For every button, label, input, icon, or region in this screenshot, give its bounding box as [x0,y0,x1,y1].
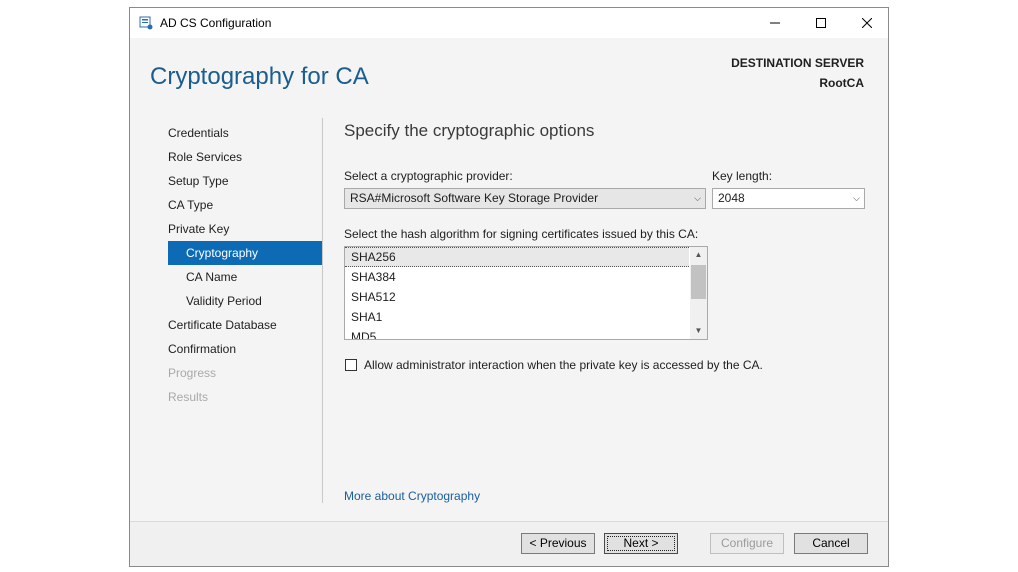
configure-button: Configure [710,533,784,554]
minimize-icon [770,22,780,24]
close-icon [862,18,872,28]
provider-value: RSA#Microsoft Software Key Storage Provi… [350,191,599,205]
minimize-button[interactable] [752,8,798,38]
scroll-thumb[interactable] [691,265,706,299]
maximize-icon [816,18,826,28]
hash-option-sha384[interactable]: SHA384 [345,267,707,287]
provider-label: Select a cryptographic provider: [344,169,513,183]
nav-item-role-services[interactable]: Role Services [168,145,322,169]
nav-item-progress: Progress [168,366,217,380]
hash-algorithm-list[interactable]: SHA256 SHA384 SHA512 SHA1 MD5 ▲ ▼ [344,246,708,340]
admin-interaction-label[interactable]: Allow administrator interaction when the… [364,358,763,372]
certificate-app-icon [139,16,153,30]
maximize-button[interactable] [798,8,844,38]
nav-item-private-key[interactable]: Private Key [168,217,322,241]
ad-cs-configuration-window: AD CS Configuration Cryptography for CA … [129,7,889,567]
nav-item-ca-name[interactable]: CA Name [168,265,322,289]
hash-option-md5[interactable]: MD5 [345,327,707,339]
nav-item-certificate-database[interactable]: Certificate Database [168,313,322,337]
nav-item-validity-period[interactable]: Validity Period [168,289,322,313]
close-button[interactable] [844,8,890,38]
previous-button[interactable]: < Previous [521,533,595,554]
nav-item-cryptography[interactable]: Cryptography [168,241,322,265]
admin-interaction-checkbox[interactable] [345,359,357,371]
provider-dropdown[interactable]: RSA#Microsoft Software Key Storage Provi… [344,188,706,209]
title-bar: AD CS Configuration [130,8,888,38]
section-title: Specify the cryptographic options [344,121,595,140]
hash-option-sha1[interactable]: SHA1 [345,307,707,327]
wizard-footer: < Previous Next > Configure Cancel [130,521,888,566]
hash-option-sha512[interactable]: SHA512 [345,287,707,307]
nav-item-credentials[interactable]: Credentials [168,121,322,145]
key-length-dropdown[interactable]: 2048 ⌵ [712,188,865,209]
window-title: AD CS Configuration [160,16,272,30]
scroll-down-icon[interactable]: ▼ [690,323,707,339]
chevron-down-icon: ⌵ [694,193,701,203]
hash-option-sha256[interactable]: SHA256 [345,247,689,267]
key-length-label: Key length: [712,169,773,183]
scroll-up-icon[interactable]: ▲ [690,247,707,263]
nav-item-confirmation[interactable]: Confirmation [168,337,322,361]
hash-algorithm-label: Select the hash algorithm for signing ce… [344,227,699,241]
nav-item-setup-type[interactable]: Setup Type [168,169,322,193]
chevron-down-icon: ⌵ [853,193,860,203]
nav-divider [322,118,323,503]
cancel-button[interactable]: Cancel [794,533,868,554]
page-title: Cryptography for CA [150,63,369,90]
key-length-value: 2048 [718,191,745,205]
nav-item-ca-type[interactable]: CA Type [168,193,322,217]
next-button[interactable]: Next > [604,533,678,554]
list-scrollbar[interactable]: ▲ ▼ [690,247,707,339]
destination-server-value: RootCA [819,76,864,90]
destination-server-label: DESTINATION SERVER [731,56,864,70]
wizard-navigation: Credentials Role Services Setup Type CA … [168,121,322,409]
nav-item-results: Results [168,390,209,404]
more-about-cryptography-link[interactable]: More about Cryptography [344,489,480,503]
